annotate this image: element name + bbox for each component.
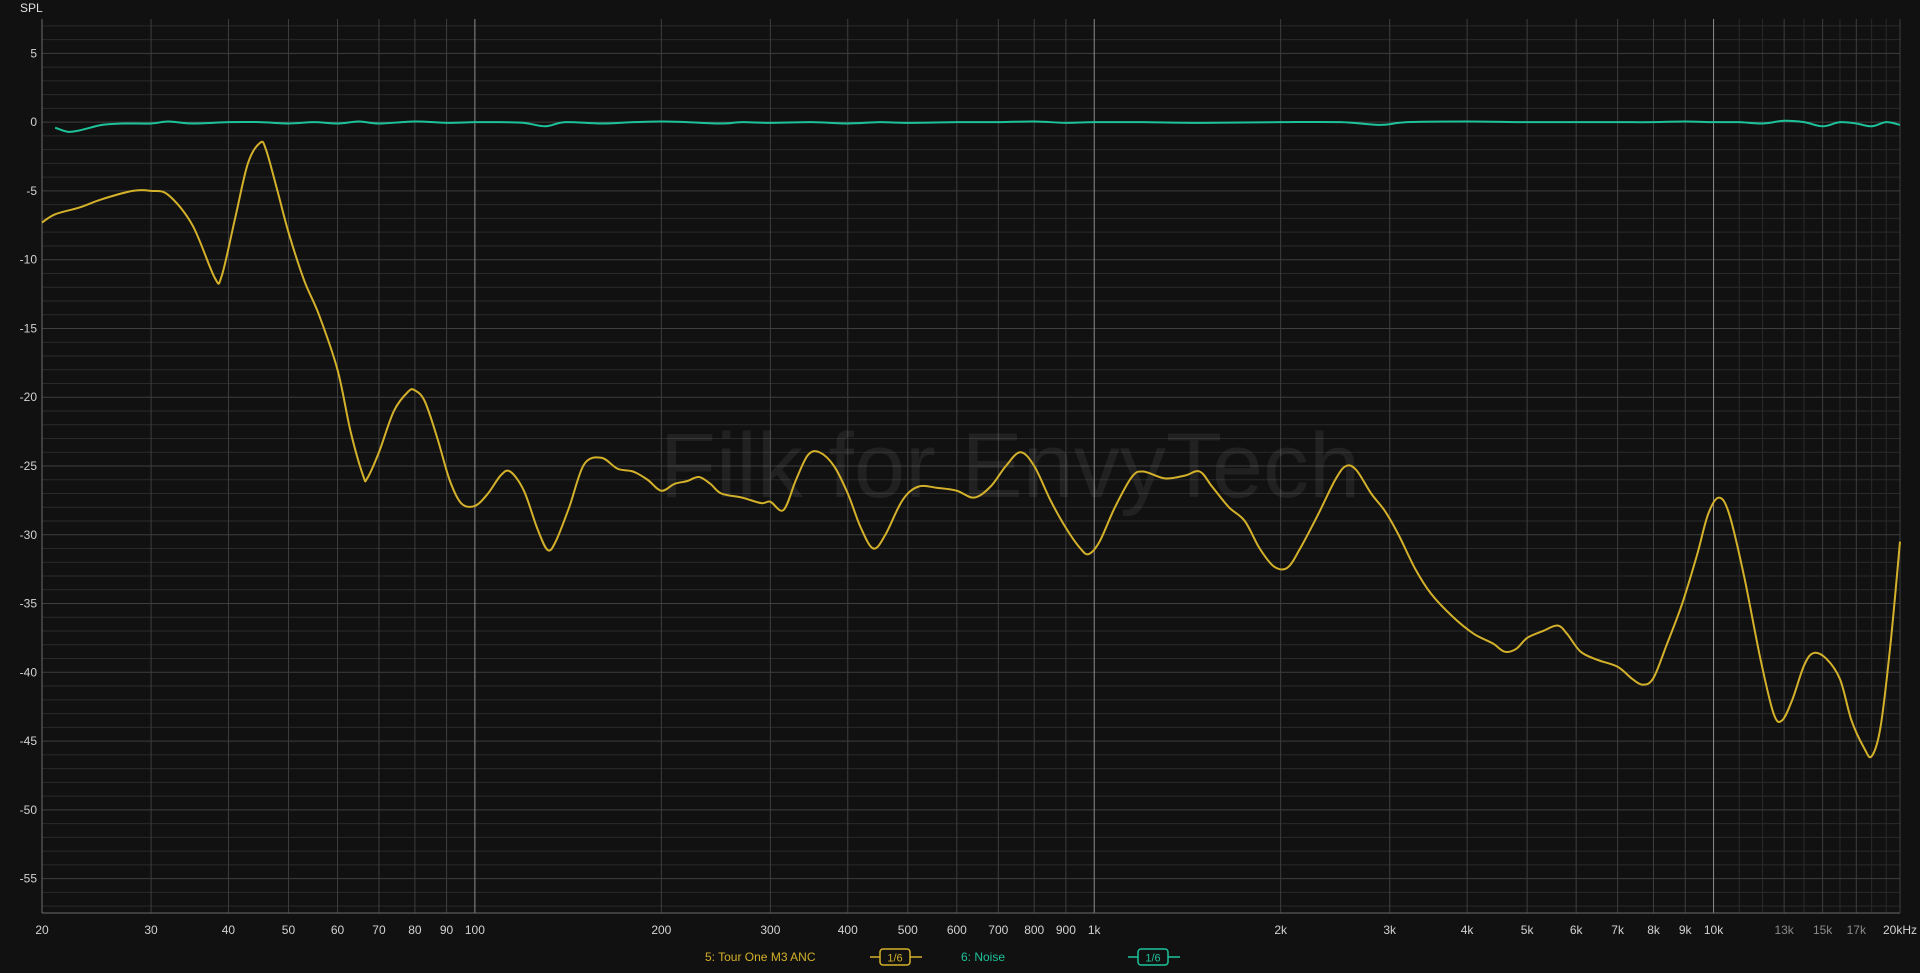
y-tick-label: -40 (20, 665, 38, 679)
x-tick-label: 600 (947, 923, 967, 937)
x-tick-label: 900 (1056, 923, 1076, 937)
frequency-response-chart: Filk for EnvyTech 5 0 -5 -10 -15 -20 -25 -30 -35… (0, 0, 1920, 968)
legend-smoothing-label: 1/6 (1145, 953, 1160, 965)
x-tick-label: 9k (1679, 923, 1693, 937)
x-tick-label: 17k (1847, 923, 1867, 937)
legend-item[interactable]: 5: Tour One M3 ANC 1/6 (705, 948, 922, 966)
y-tick-label: -10 (20, 253, 38, 267)
y-tick-label: 5 (30, 46, 37, 60)
y-tick-label: -35 (20, 597, 38, 611)
x-tick-label: 30 (144, 923, 158, 937)
x-tick-label: 90 (440, 923, 454, 937)
y-tick-label: -25 (20, 459, 38, 473)
x-tick-label: 800 (1024, 923, 1044, 937)
x-tick-label: 300 (760, 923, 780, 937)
x-tick-label: 200 (651, 923, 671, 937)
y-tick-label: -45 (20, 734, 38, 748)
x-tick-label: 6k (1570, 923, 1584, 937)
y-tick-label: -15 (20, 321, 38, 335)
legend-series-name: 5: Tour One M3 ANC (705, 950, 816, 964)
x-tick-label: 70 (372, 923, 386, 937)
x-tick-label: 80 (408, 923, 422, 937)
x-tick-label: 4k (1461, 923, 1475, 937)
x-tick-label: 13k (1774, 923, 1794, 937)
watermark: Filk for EnvyTech (660, 415, 1360, 517)
x-tick-label: 100 (465, 923, 485, 937)
x-tick-label: 8k (1647, 923, 1661, 937)
x-tick-label: 1k (1088, 923, 1102, 937)
y-tick-label: 0 (30, 115, 37, 129)
x-tick-label: 10k (1704, 923, 1724, 937)
x-tick-label: 500 (898, 923, 918, 937)
x-tick-label: 20 (35, 923, 49, 937)
x-tick-label: 700 (988, 923, 1008, 937)
x-tick-label: 40 (222, 923, 236, 937)
y-axis-label: SPL (20, 1, 43, 15)
x-tick-label: 60 (331, 923, 345, 937)
legend-series-name: 6: Noise (961, 950, 1005, 964)
chart-svg: Filk for EnvyTech 50-5-10-15-20-25-30-35… (0, 0, 1920, 968)
y-tick-label: -50 (20, 803, 38, 817)
y-tick-label: -30 (20, 528, 38, 542)
x-tick-label: 5k (1521, 923, 1535, 937)
x-tick-label: 400 (838, 923, 858, 937)
x-tick-label: 20kHz (1883, 923, 1917, 937)
y-tick-label: -5 (26, 184, 37, 198)
x-tick-label: 3k (1383, 923, 1397, 937)
y-tick-label: -20 (20, 390, 38, 404)
x-tick-label: 50 (282, 923, 296, 937)
x-tick-label: 7k (1611, 923, 1625, 937)
legend-smoothing-label: 1/6 (887, 953, 902, 965)
y-tick-label: -55 (20, 872, 38, 886)
x-tick-label: 2k (1274, 923, 1288, 937)
x-tick-label: 15k (1813, 923, 1833, 937)
